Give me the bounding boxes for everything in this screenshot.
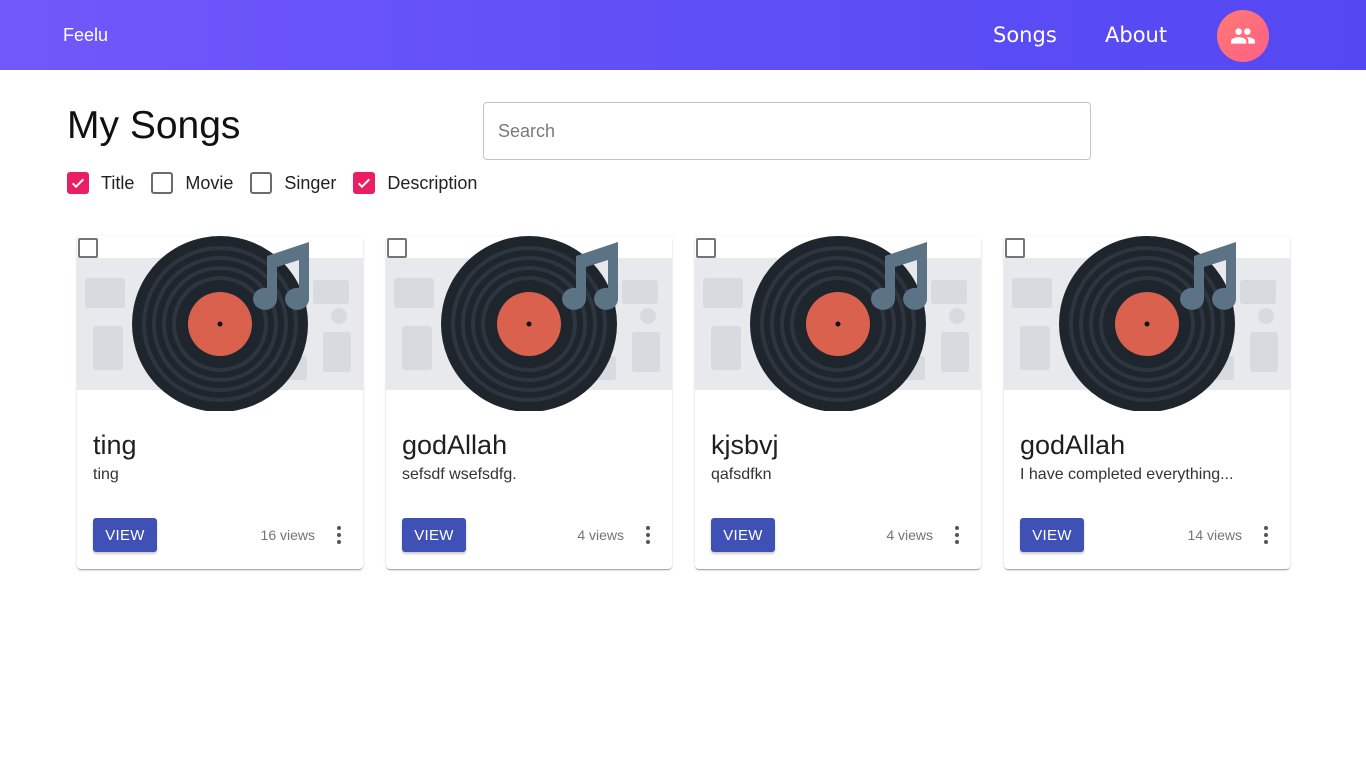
filter-singer[interactable]: Singer [250, 172, 336, 194]
filter-description[interactable]: Description [353, 172, 477, 194]
select-song-checkbox[interactable] [1005, 238, 1025, 258]
song-card[interactable]: godAllah sefsdf wsefsdfg. VIEW 4 views [386, 236, 672, 569]
nav-songs-link[interactable]: Songs [993, 23, 1057, 47]
song-description: sefsdf wsefsdfg. [402, 466, 517, 483]
view-count: 4 views [886, 527, 933, 543]
song-artwork [695, 236, 981, 411]
filter-label: Movie [185, 172, 234, 193]
song-description: ting [93, 466, 119, 483]
checkbox[interactable] [250, 172, 273, 194]
view-count: 14 views [1187, 527, 1242, 543]
checkbox[interactable] [67, 172, 89, 194]
search-input[interactable] [484, 103, 1090, 159]
song-title: ting [93, 430, 137, 460]
view-button[interactable]: VIEW [402, 518, 466, 552]
song-title: godAllah [1020, 430, 1126, 460]
more-options-icon[interactable] [1256, 522, 1276, 548]
view-button[interactable]: VIEW [711, 518, 775, 552]
nav-about-link[interactable]: About [1105, 23, 1167, 47]
more-options-icon[interactable] [638, 522, 658, 548]
filter-label: Title [101, 172, 135, 193]
filter-movie[interactable]: Movie [151, 172, 233, 194]
checkbox[interactable] [151, 172, 174, 194]
filter-label: Singer [284, 172, 337, 193]
view-button[interactable]: VIEW [93, 518, 157, 552]
song-title: kjsbvj [711, 430, 779, 460]
search-field[interactable] [483, 102, 1091, 160]
checkbox[interactable] [353, 172, 376, 194]
song-card[interactable]: godAllah I have completed everything... … [1004, 236, 1290, 569]
select-song-checkbox[interactable] [696, 238, 716, 258]
song-artwork [77, 236, 363, 411]
brand-logo[interactable]: Feelu [63, 25, 108, 46]
select-song-checkbox[interactable] [387, 238, 407, 258]
song-description: I have completed everything... [1020, 466, 1234, 483]
view-count: 16 views [260, 527, 315, 543]
view-button[interactable]: VIEW [1020, 518, 1084, 552]
filter-label: Description [387, 172, 478, 193]
app-bar: Feelu Songs About [0, 0, 1366, 70]
song-card[interactable]: kjsbvj qafsdfkn VIEW 4 views [695, 236, 981, 569]
song-card[interactable]: ting ting VIEW 16 views [77, 236, 363, 569]
page-title: My Songs [67, 104, 241, 147]
song-description: qafsdfkn [711, 466, 772, 483]
song-artwork [1004, 236, 1290, 411]
people-icon [1231, 28, 1255, 44]
filter-options: Title Movie Singer Description [67, 170, 494, 196]
user-avatar-button[interactable] [1217, 10, 1269, 62]
more-options-icon[interactable] [947, 522, 967, 548]
song-artwork [386, 236, 672, 411]
song-title: godAllah [402, 430, 508, 460]
view-count: 4 views [577, 527, 624, 543]
filter-title[interactable]: Title [67, 172, 134, 194]
more-options-icon[interactable] [329, 522, 349, 548]
select-song-checkbox[interactable] [78, 238, 98, 258]
